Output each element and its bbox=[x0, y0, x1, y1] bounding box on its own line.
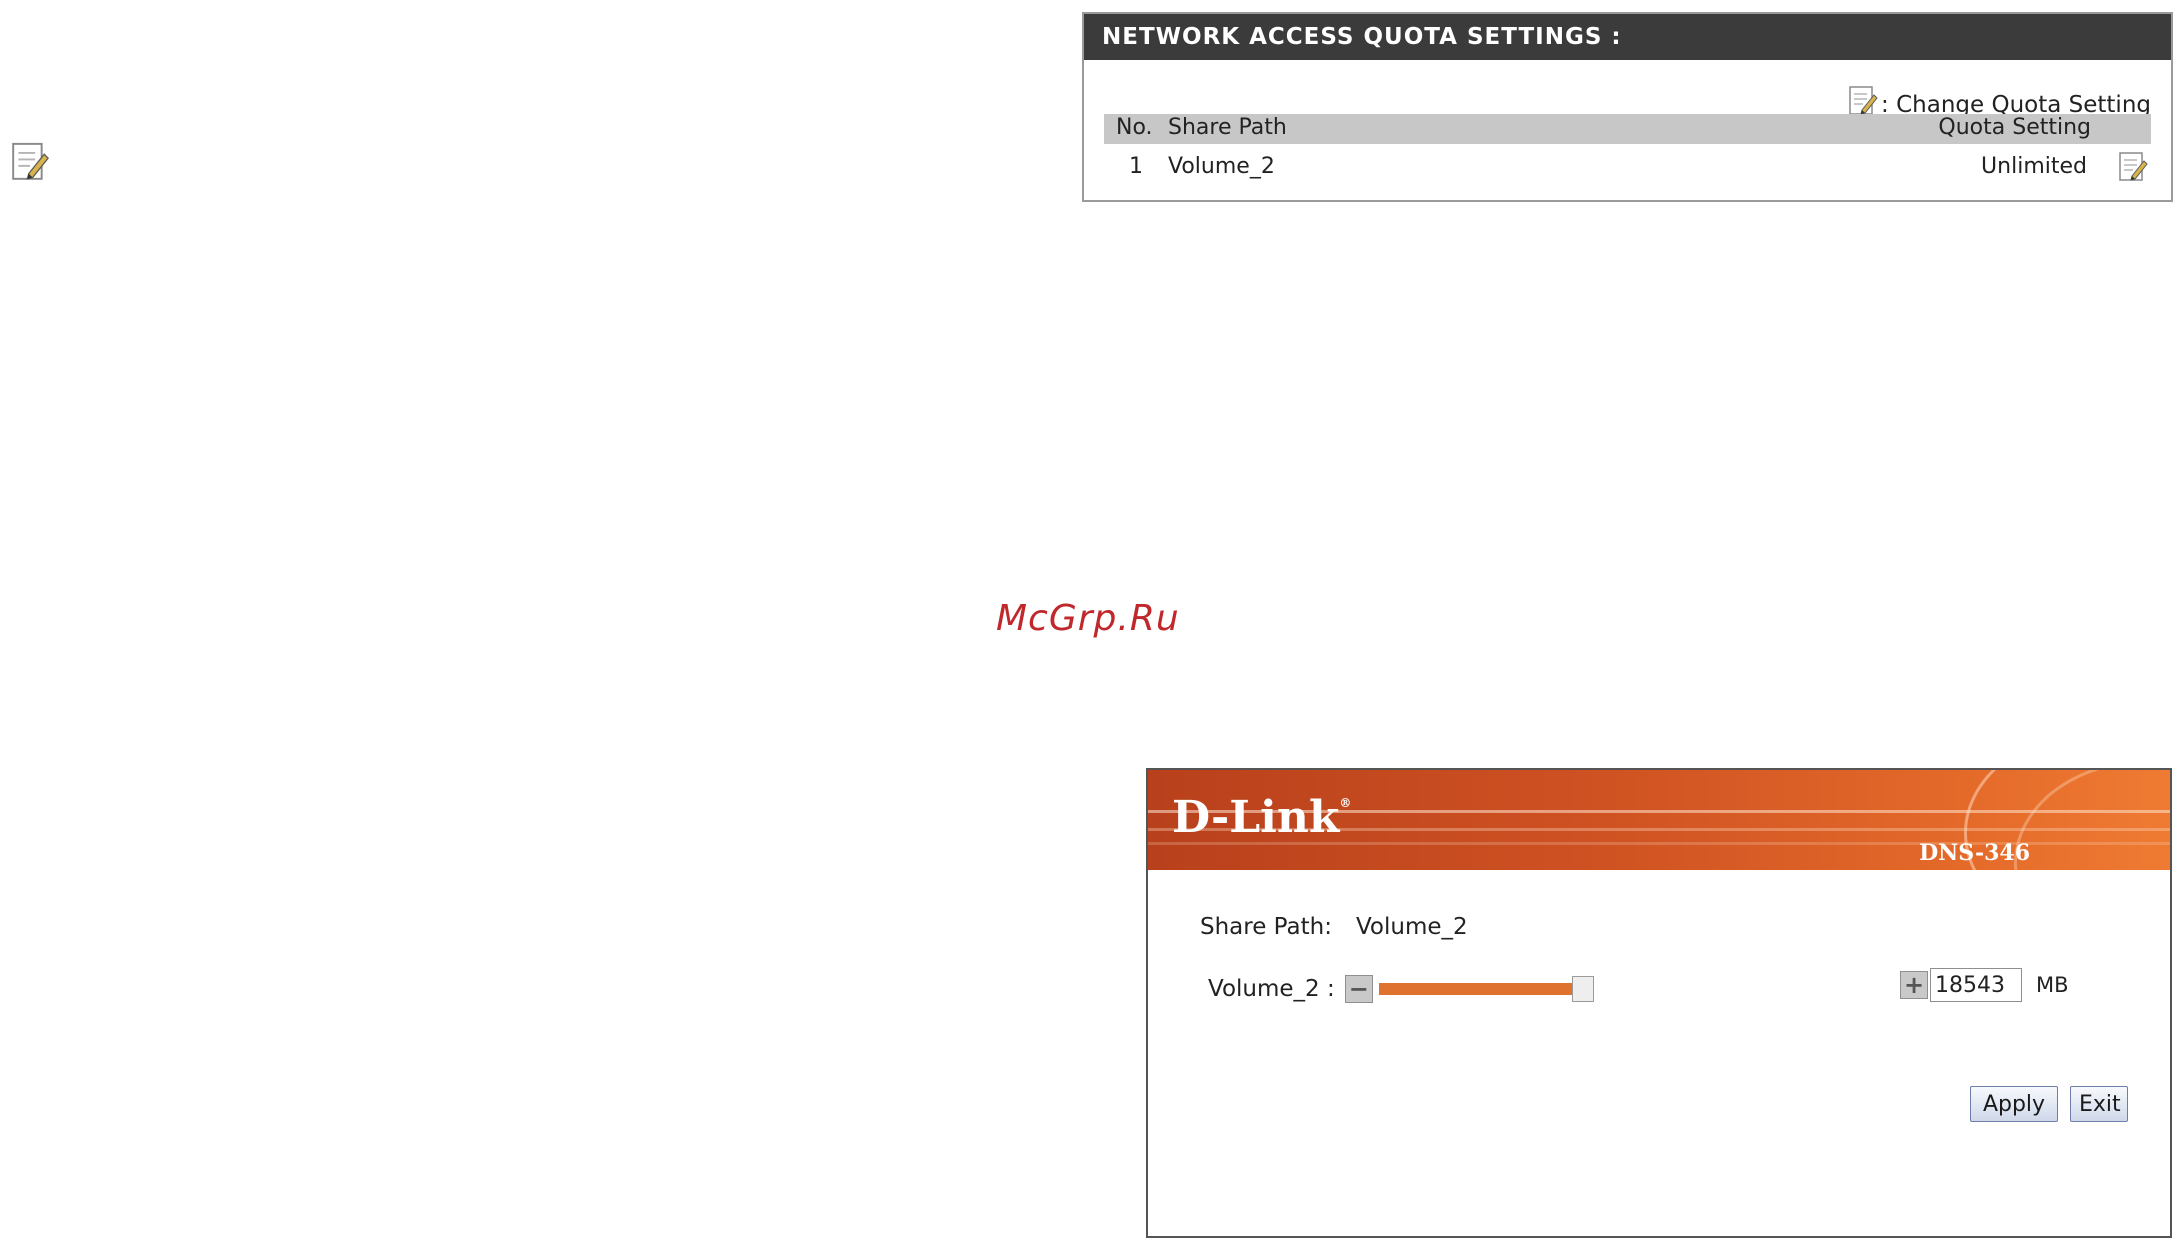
increase-quota-button[interactable]: + bbox=[1900, 971, 1928, 999]
column-no: No. bbox=[1116, 115, 1153, 140]
edit-note-icon bbox=[2119, 152, 2148, 181]
quota-edit-dialog: D-Link® DNS-346 Share Path: Volume_2 Vol… bbox=[1146, 768, 2172, 1238]
edit-note-icon bbox=[1847, 84, 1879, 118]
table-row: 1 Volume_2 Unlimited bbox=[1104, 148, 2151, 186]
row-share-path: Volume_2 bbox=[1168, 154, 1275, 179]
registered-mark: ® bbox=[1339, 796, 1352, 810]
apply-button[interactable]: Apply bbox=[1970, 1086, 2058, 1122]
row-no: 1 bbox=[1129, 154, 1143, 179]
share-path-label: Share Path: bbox=[1200, 914, 1332, 940]
watermark: McGrp.Ru bbox=[996, 598, 1180, 639]
page: NETWORK ACCESS QUOTA SETTINGS : : Change… bbox=[0, 0, 2181, 1243]
quota-input-group: + MB bbox=[1900, 968, 2069, 1002]
volume-quota-row: Volume_2 : − bbox=[1208, 972, 1615, 1006]
brand-banner: D-Link® DNS-346 bbox=[1148, 770, 2170, 870]
minus-icon: − bbox=[1348, 975, 1369, 1003]
unit-label: MB bbox=[2036, 973, 2069, 997]
quota-value-input[interactable] bbox=[1930, 968, 2022, 1002]
quota-slider-handle[interactable] bbox=[1571, 976, 1594, 1002]
plus-icon: + bbox=[1903, 971, 1925, 999]
table-header: No. Share Path Quota Setting bbox=[1104, 114, 2151, 144]
share-path-value: Volume_2 bbox=[1355, 914, 1468, 940]
share-path-row: Share Path: Volume_2 bbox=[1200, 914, 1468, 940]
volume-label: Volume_2 : bbox=[1208, 976, 1335, 1002]
quota-settings-panel: NETWORK ACCESS QUOTA SETTINGS : : Change… bbox=[1082, 12, 2173, 202]
quota-slider-fill bbox=[1378, 983, 1572, 995]
model-name: DNS-346 bbox=[1919, 840, 2030, 866]
brand-name: D-Link bbox=[1172, 792, 1340, 843]
column-quota-setting: Quota Setting bbox=[1938, 115, 2091, 140]
column-share-path: Share Path bbox=[1168, 115, 1287, 140]
brand-logo: D-Link® bbox=[1172, 792, 1351, 843]
edit-note-icon bbox=[8, 140, 52, 184]
row-quota: Unlimited bbox=[1981, 154, 2087, 179]
edit-note-icon-graphic bbox=[1849, 86, 1878, 115]
legend: : Change Quota Setting bbox=[1847, 74, 2151, 118]
decrease-quota-button[interactable]: − bbox=[1344, 975, 1373, 1003]
edit-note-icon-graphic bbox=[12, 142, 49, 180]
panel-title: NETWORK ACCESS QUOTA SETTINGS : bbox=[1084, 14, 2171, 60]
edit-quota-button[interactable] bbox=[2117, 150, 2149, 184]
quota-slider[interactable] bbox=[1378, 972, 1615, 1006]
exit-button[interactable]: Exit bbox=[2070, 1086, 2128, 1122]
dialog-body: Share Path: Volume_2 Volume_2 : − + MB bbox=[1148, 870, 2170, 1236]
